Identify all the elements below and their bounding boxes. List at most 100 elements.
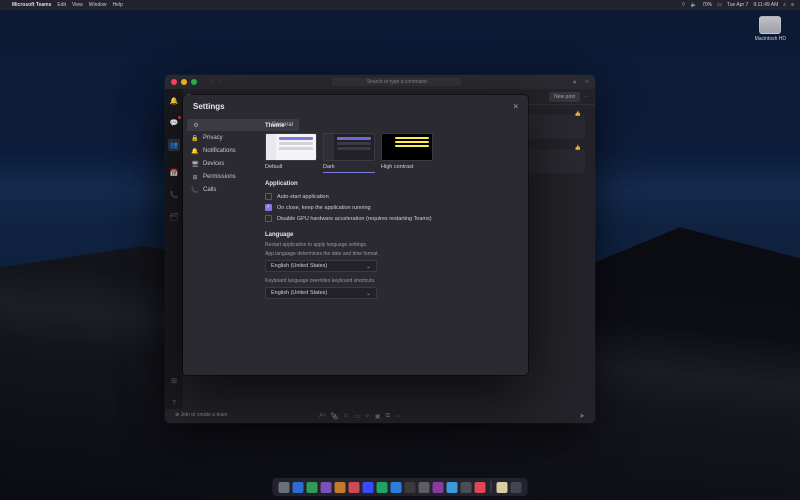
battery-percent: 70% bbox=[702, 2, 712, 8]
application-heading: Application bbox=[265, 181, 518, 187]
more-compose-icon[interactable]: ⋯ bbox=[395, 413, 401, 420]
bell-icon: 🔔 bbox=[170, 97, 179, 105]
menubar-item-help[interactable]: Help bbox=[113, 2, 123, 8]
dock-item[interactable] bbox=[279, 482, 290, 493]
nav-back-icon[interactable]: ‹ bbox=[211, 79, 213, 85]
menubar-item-window[interactable]: Window bbox=[89, 2, 107, 8]
language-restart-hint: Restart application to apply language se… bbox=[265, 242, 518, 248]
settings-nav-calls[interactable]: 📞Calls bbox=[187, 184, 253, 196]
menubar-item-edit[interactable]: Edit bbox=[57, 2, 66, 8]
hard-drive-icon bbox=[759, 16, 781, 34]
settings-title: Settings bbox=[193, 102, 225, 111]
thumbs-up-icon[interactable]: 👍 bbox=[575, 145, 581, 151]
theme-option-dark[interactable]: Dark bbox=[323, 133, 375, 173]
compose-bar: ⊕ Join or create a team Aᵃ 📎 ☺ ▭ ✧ ▣ ⧉ ⋯… bbox=[165, 409, 595, 423]
window-titlebar: ‹ › Search or type a command ● × bbox=[165, 75, 595, 89]
meet-icon[interactable]: ▣ bbox=[375, 413, 381, 420]
theme-preview-default bbox=[265, 133, 317, 161]
dock-item[interactable] bbox=[335, 482, 346, 493]
attach-icon[interactable]: 📎 bbox=[330, 413, 337, 420]
rail-files[interactable]: 🗂 bbox=[168, 211, 180, 223]
profile-avatar[interactable]: ● bbox=[573, 79, 577, 86]
dock-item[interactable] bbox=[363, 482, 374, 493]
nav-forward-icon[interactable]: › bbox=[219, 79, 221, 85]
dock-item[interactable] bbox=[349, 482, 360, 493]
checkbox-icon bbox=[265, 215, 272, 222]
rail-calendar[interactable]: 📅 bbox=[168, 167, 180, 179]
close-icon[interactable]: × bbox=[513, 102, 518, 111]
traffic-light-zoom[interactable] bbox=[191, 79, 197, 85]
send-icon[interactable]: ➤ bbox=[579, 412, 585, 420]
files-icon: 🗂 bbox=[170, 213, 179, 221]
command-search-input[interactable]: Search or type a command bbox=[332, 78, 462, 86]
rail-help[interactable]: ? bbox=[168, 397, 180, 409]
keyboard-language-select[interactable]: English (United States) ⌄ bbox=[265, 287, 377, 299]
dock-trash[interactable] bbox=[511, 482, 522, 493]
menubar-app-name[interactable]: Microsoft Teams bbox=[12, 2, 51, 8]
theme-options: Default Dark High contrast bbox=[265, 133, 518, 173]
dock-item[interactable] bbox=[307, 482, 318, 493]
stream-icon[interactable]: ⧉ bbox=[385, 413, 389, 420]
lock-icon: 🔒 bbox=[192, 135, 198, 142]
dock-item[interactable] bbox=[419, 482, 430, 493]
settings-nav: ⚙General 🔒Privacy 🔔Notifications 🖥Device… bbox=[183, 117, 257, 375]
rail-apps[interactable]: ⊞ bbox=[168, 375, 180, 387]
desktop-volume-label: Macintosh HD bbox=[755, 36, 786, 42]
dock-item[interactable] bbox=[461, 482, 472, 493]
channel-more-icon[interactable]: ⋯ bbox=[584, 94, 589, 100]
settings-nav-devices[interactable]: 🖥Devices bbox=[187, 158, 253, 170]
rail-calls[interactable]: 📞 bbox=[168, 189, 180, 201]
dock-item[interactable] bbox=[447, 482, 458, 493]
format-icon[interactable]: Aᵃ bbox=[319, 413, 325, 420]
new-post-button[interactable]: New post bbox=[549, 92, 580, 102]
dock-item[interactable] bbox=[433, 482, 444, 493]
theme-option-high-contrast[interactable]: High contrast bbox=[381, 133, 433, 173]
dock-item[interactable] bbox=[475, 482, 486, 493]
thumbs-up-icon[interactable]: 👍 bbox=[575, 111, 581, 117]
macos-menubar: Microsoft Teams Edit View Window Help ⌔ … bbox=[0, 0, 800, 10]
checkbox-auto-start[interactable]: Auto-start application bbox=[265, 191, 518, 202]
rail-activity[interactable]: 🔔 bbox=[168, 95, 180, 107]
checkbox-keep-running[interactable]: On close, keep the application running bbox=[265, 202, 518, 213]
phone-icon: 📞 bbox=[192, 187, 198, 194]
rail-teams[interactable]: 👥 bbox=[168, 139, 180, 151]
menu-extra-icon[interactable]: ≡ bbox=[791, 2, 794, 8]
theme-preview-high-contrast bbox=[381, 133, 433, 161]
settings-nav-permissions[interactable]: ⊞Permissions bbox=[187, 171, 253, 183]
traffic-light-minimize[interactable] bbox=[181, 79, 187, 85]
key-icon: ⊞ bbox=[192, 174, 198, 181]
settings-nav-privacy[interactable]: 🔒Privacy bbox=[187, 132, 253, 144]
menubar-date[interactable]: Tue Apr 7 bbox=[727, 2, 749, 8]
wifi-icon[interactable]: ⌔ bbox=[681, 2, 686, 8]
search-icon[interactable]: ⌕ bbox=[783, 2, 786, 8]
dock-item[interactable] bbox=[377, 482, 388, 493]
menubar-item-view[interactable]: View bbox=[72, 2, 83, 8]
settings-nav-notifications[interactable]: 🔔Notifications bbox=[187, 145, 253, 157]
settings-pane: Theme Default Dark High contrast Applica… bbox=[257, 117, 528, 375]
gif-icon[interactable]: ▭ bbox=[354, 413, 360, 420]
join-create-team[interactable]: ⊕ Join or create a team bbox=[175, 412, 228, 420]
settings-dialog: Settings × ⚙General 🔒Privacy 🔔Notificati… bbox=[183, 95, 528, 375]
desktop-volume-icon[interactable]: Macintosh HD bbox=[755, 16, 786, 42]
battery-icon[interactable]: ▭ bbox=[717, 2, 722, 8]
dock-item[interactable] bbox=[391, 482, 402, 493]
rail-chat[interactable]: 💬 bbox=[168, 117, 180, 129]
app-rail: 🔔 💬 👥 📅 📞 🗂 ⊞ ? bbox=[165, 89, 183, 409]
theme-option-default[interactable]: Default bbox=[265, 133, 317, 173]
checkbox-icon bbox=[265, 193, 272, 200]
window-close-icon[interactable]: × bbox=[585, 79, 589, 86]
dock-item[interactable] bbox=[497, 482, 508, 493]
dock-item[interactable] bbox=[293, 482, 304, 493]
theme-preview-dark bbox=[323, 133, 375, 161]
sticker-icon[interactable]: ✧ bbox=[365, 413, 370, 420]
checkbox-icon bbox=[265, 204, 272, 211]
dock-item[interactable] bbox=[405, 482, 416, 493]
bell-icon: 🔔 bbox=[192, 148, 198, 155]
app-language-select[interactable]: English (United States) ⌄ bbox=[265, 260, 377, 272]
traffic-light-close[interactable] bbox=[171, 79, 177, 85]
menubar-time[interactable]: 9:11:49 AM bbox=[753, 2, 778, 8]
checkbox-disable-gpu[interactable]: Disable GPU hardware acceleration (requi… bbox=[265, 213, 518, 224]
emoji-icon[interactable]: ☺ bbox=[343, 413, 349, 420]
dock-item[interactable] bbox=[321, 482, 332, 493]
volume-icon[interactable]: 🔈 bbox=[691, 2, 697, 8]
